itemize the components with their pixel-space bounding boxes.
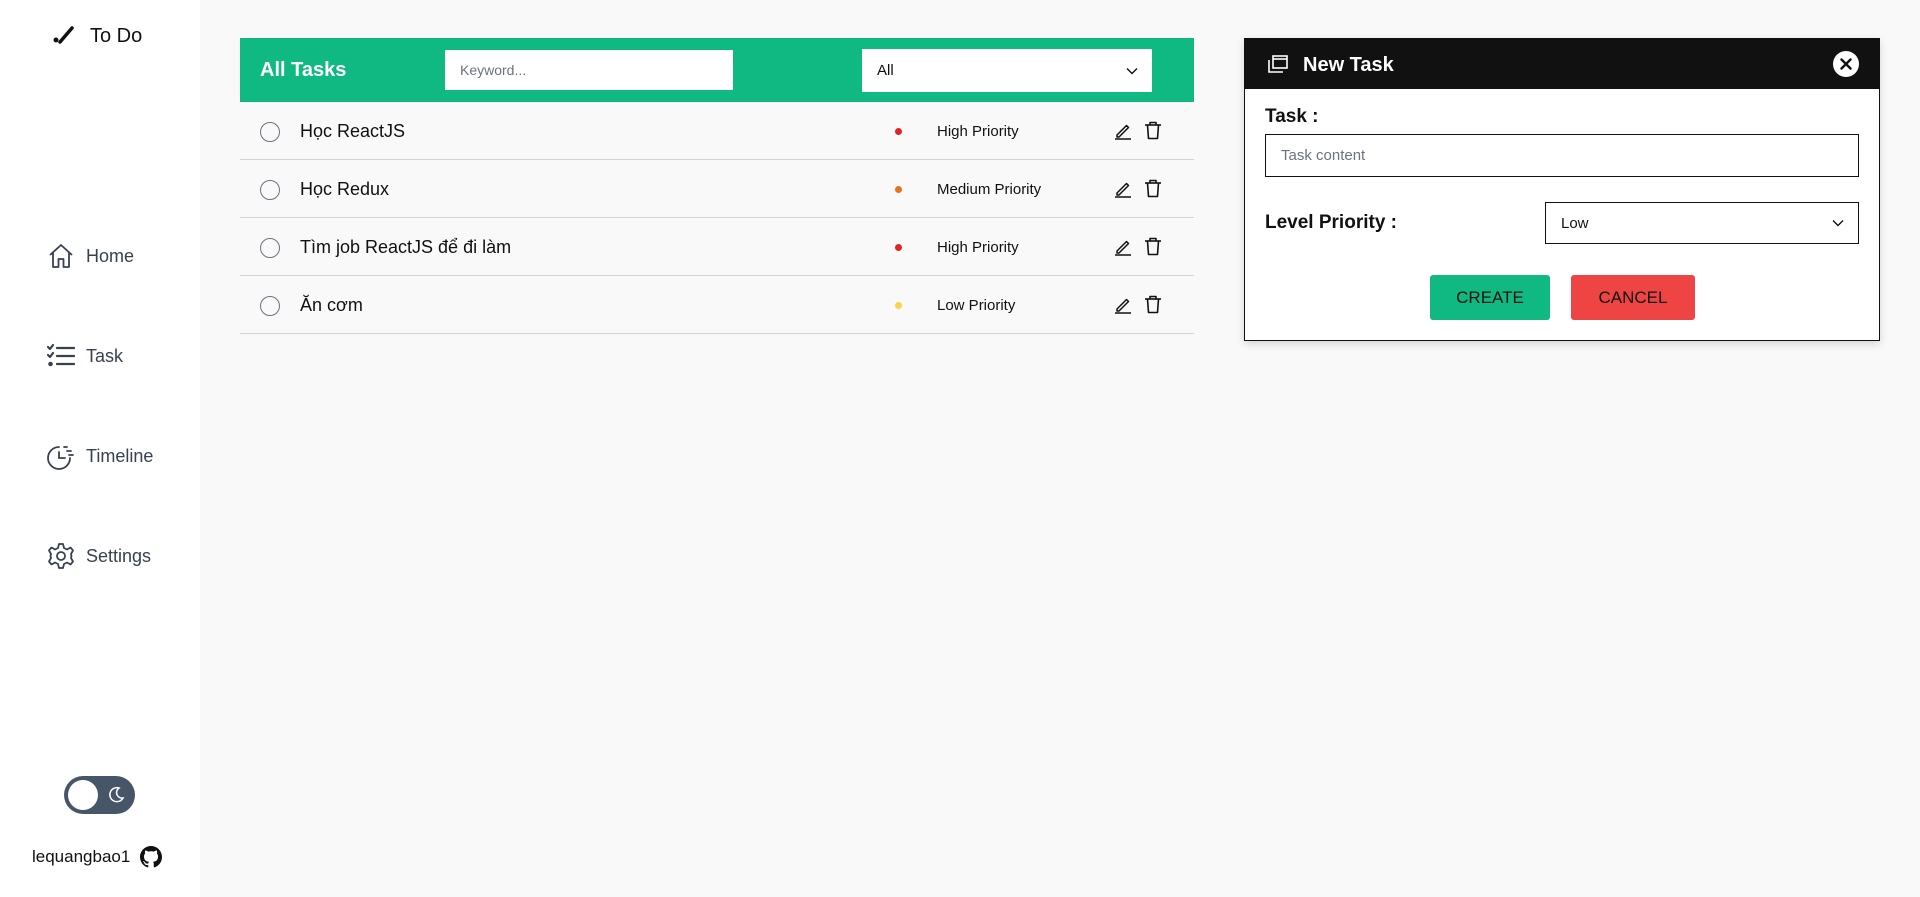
task-label: Task : — [1265, 106, 1319, 127]
task-row: Học Redux Medium Priority — [240, 160, 1194, 218]
trash-icon[interactable] — [1144, 179, 1162, 198]
task-name: Ăn cơm — [300, 295, 363, 315]
task-row: Tìm job ReactJS để đi làm High Priority — [240, 218, 1194, 276]
level-priority-label: Level Priority : — [1265, 212, 1397, 233]
theme-toggle[interactable] — [64, 776, 135, 814]
priority-label: High Priority — [937, 239, 1019, 256]
priority-label: High Priority — [937, 123, 1019, 140]
task-name: Học Redux — [300, 179, 390, 199]
modal-title: New Task — [1303, 54, 1394, 76]
chevron-down-icon — [1832, 220, 1844, 227]
edit-icon[interactable] — [1114, 238, 1132, 256]
priority-dot — [895, 302, 902, 309]
trash-icon[interactable] — [1144, 237, 1162, 256]
task-name: Học ReactJS — [300, 121, 406, 141]
new-task-modal: New Task Task : Level Priority : Low CRE… — [1244, 38, 1880, 341]
level-priority-value: Low — [1561, 214, 1589, 232]
user-info[interactable]: lequangbao1 — [32, 846, 163, 868]
close-icon — [1840, 58, 1852, 70]
priority-label: Low Priority — [937, 297, 1016, 314]
sidebar-item-label: Timeline — [86, 445, 154, 466]
edit-icon[interactable] — [1114, 122, 1132, 140]
timeline-icon — [47, 446, 74, 470]
moon-icon — [109, 786, 125, 803]
tasks-header: All Tasks All — [240, 38, 1194, 102]
username: lequangbao1 — [32, 847, 131, 866]
task-checkbox[interactable] — [260, 238, 280, 258]
task-content-input[interactable] — [1265, 134, 1859, 177]
sidebar: To Do Home Task Timeline Settings lequan… — [0, 0, 200, 897]
priority-dot — [895, 244, 902, 251]
cancel-button[interactable]: CANCEL — [1571, 275, 1695, 320]
chevron-down-icon — [1126, 67, 1138, 74]
sidebar-item-label: Settings — [86, 545, 152, 566]
modal-header: New Task — [1245, 39, 1879, 89]
task-row: Ăn cơm Low Priority — [240, 276, 1194, 334]
sidebar-item-label: Home — [86, 245, 135, 266]
filter-value: All — [877, 62, 894, 79]
pen-icon — [53, 26, 74, 44]
trash-icon[interactable] — [1144, 295, 1162, 314]
filter-select[interactable]: All — [862, 49, 1152, 92]
task-checkbox[interactable] — [260, 296, 280, 316]
sidebar-item-task[interactable]: Task — [46, 341, 123, 371]
app-title: To Do — [90, 24, 143, 47]
task-name: Tìm job ReactJS để đi làm — [300, 237, 512, 257]
priority-label: Medium Priority — [937, 181, 1042, 198]
tasks-title: All Tasks — [260, 59, 347, 81]
sidebar-item-settings[interactable]: Settings — [46, 541, 151, 571]
create-button[interactable]: CREATE — [1430, 275, 1550, 320]
toggle-knob — [68, 780, 98, 810]
level-priority-select[interactable]: Low — [1545, 202, 1859, 244]
task-row: Học ReactJS High Priority — [240, 102, 1194, 160]
sidebar-item-home[interactable]: Home — [46, 241, 134, 271]
priority-dot — [895, 186, 902, 193]
tasks-panel: All Tasks All Học ReactJS High Priority … — [240, 38, 1194, 334]
task-checkbox[interactable] — [260, 122, 280, 142]
task-checkbox[interactable] — [260, 180, 280, 200]
sidebar-item-label: Task — [86, 345, 124, 366]
search-input[interactable] — [445, 50, 733, 90]
window-icon — [1268, 55, 1288, 73]
sidebar-item-timeline[interactable]: Timeline — [46, 441, 153, 471]
edit-icon[interactable] — [1114, 180, 1132, 198]
task-list-icon — [46, 343, 76, 367]
home-icon — [49, 244, 73, 268]
github-icon — [140, 846, 163, 868]
priority-dot — [895, 128, 902, 135]
edit-icon[interactable] — [1114, 296, 1132, 314]
trash-icon[interactable] — [1144, 121, 1162, 140]
close-button[interactable] — [1833, 51, 1859, 77]
gear-icon — [48, 543, 74, 569]
brand[interactable]: To Do — [52, 24, 142, 48]
